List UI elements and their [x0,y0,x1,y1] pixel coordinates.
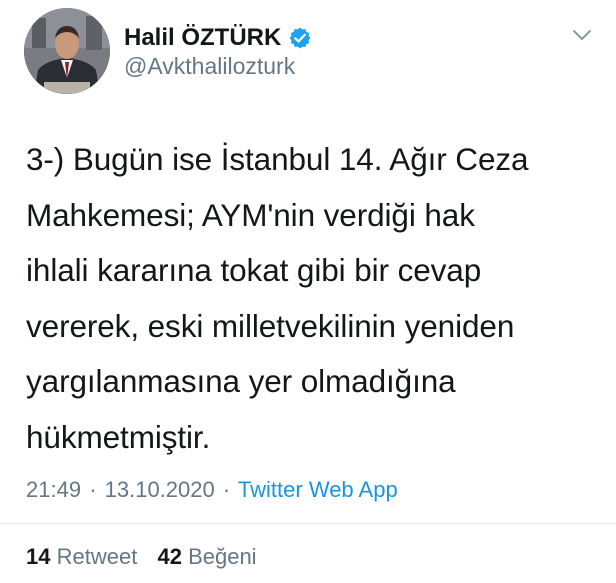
meta-separator: · [89,477,97,502]
like-count: 42 [157,544,182,569]
tweet-text-line: yargılanmasına yer olmadığına [26,363,456,399]
user-name-row: Halil ÖZTÜRK [124,21,312,55]
tweet-meta: 21:49 · 13.10.2020 · Twitter Web App [26,476,398,504]
tweet-text-line: ihlali kararına tokat gibi bir cevap [26,252,482,288]
tweet-time[interactable]: 21:49 [26,477,81,502]
user-handle[interactable]: @Avkthalilozturk [124,55,295,78]
tweet-text-line: Mahkemesi; AYM'nin verdiği hak [26,196,475,233]
display-name[interactable]: Halil ÖZTÜRK [124,26,281,50]
retweets-stat[interactable]: 14 Retweet [26,544,143,569]
verified-badge-icon [288,26,312,50]
tweet-text-line: 3-) Bugün ise İstanbul 14. Ağır Ceza [26,141,529,177]
tweet-text: 3-) Bugün ise İstanbul 14. Ağır Ceza Mah… [26,132,586,465]
like-label: Beğeni [188,544,257,569]
tweet-source-link[interactable]: Twitter Web App [238,477,398,502]
tweet-text-line: vererek, eski milletvekilinin yeniden [26,307,515,344]
avatar[interactable] [24,8,110,94]
chevron-down-icon[interactable] [572,28,592,42]
tweet-text-line: hükmetmiştir. [26,418,211,455]
likes-stat[interactable]: 42 Beğeni [157,544,256,569]
retweet-count: 14 [26,544,51,569]
meta-separator: · [222,477,231,502]
divider [0,523,616,524]
avatar-photo [24,8,110,94]
tweet-stats: 14 Retweet 42 Beğeni [26,543,271,571]
retweet-label: Retweet [56,544,138,569]
tweet-date[interactable]: 13.10.2020 [105,477,215,502]
